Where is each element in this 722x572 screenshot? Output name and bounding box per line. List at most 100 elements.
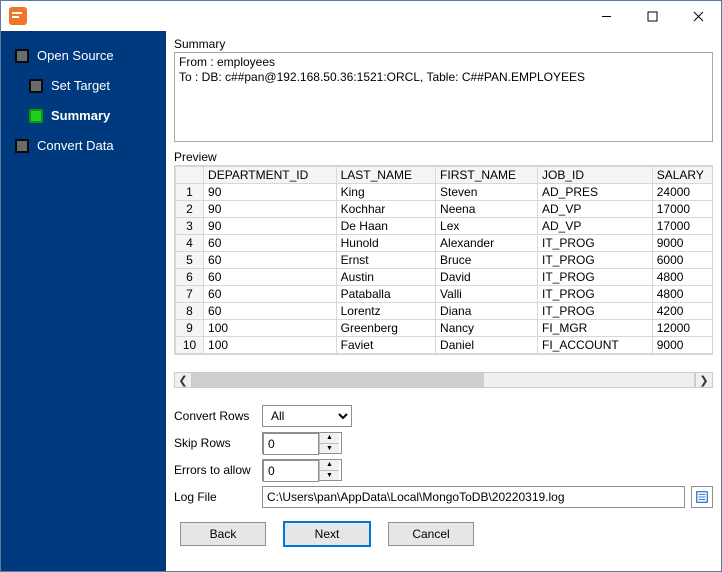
spin-up-icon[interactable]: ▲: [320, 460, 339, 471]
cell-first: Steven: [436, 184, 538, 201]
log-file-input[interactable]: [262, 486, 685, 508]
table-row[interactable]: 760PataballaValliIT_PROG4800VPATABAL: [176, 286, 714, 303]
app-window: Open Source Set Target Summary Convert D…: [0, 0, 722, 572]
cell-job: IT_PROG: [538, 269, 653, 286]
table-row[interactable]: 290KochharNeenaAD_VP17000NKOCHHAR: [176, 201, 714, 218]
cell-last: Greenberg: [336, 320, 435, 337]
cell-job: IT_PROG: [538, 286, 653, 303]
horizontal-scrollbar[interactable]: ❮ ❯: [174, 371, 713, 389]
step-box-icon: [15, 139, 29, 153]
nav-label: Open Source: [37, 46, 114, 66]
nav-label: Summary: [51, 106, 110, 126]
cell-sal: 9000: [652, 337, 713, 354]
step-box-icon: [29, 79, 43, 93]
scroll-thumb[interactable]: [193, 373, 484, 387]
scroll-right-icon[interactable]: ❯: [695, 372, 713, 388]
table-row[interactable]: 560ErnstBruceIT_PROG6000BERNST: [176, 252, 714, 269]
cancel-button[interactable]: Cancel: [388, 522, 474, 546]
preview-label: Preview: [174, 150, 713, 164]
options-form: Convert Rows All Skip Rows ▲ ▼: [174, 401, 713, 512]
table-row[interactable]: 460HunoldAlexanderIT_PROG9000AHUNOLD: [176, 235, 714, 252]
row-number: 7: [176, 286, 204, 303]
nav-label: Set Target: [51, 76, 110, 96]
step-box-icon: [29, 109, 43, 123]
table-row[interactable]: 9100GreenbergNancyFI_MGR12000NGREENBE: [176, 320, 714, 337]
col-header[interactable]: DEPARTMENT_ID: [204, 167, 337, 184]
spin-down-icon[interactable]: ▼: [320, 444, 339, 454]
cell-first: David: [436, 269, 538, 286]
wizard-sidebar: Open Source Set Target Summary Convert D…: [1, 31, 166, 571]
table-row[interactable]: 190KingStevenAD_PRES24000SKING: [176, 184, 714, 201]
table-row[interactable]: 660AustinDavidIT_PROG4800DAUSTIN: [176, 269, 714, 286]
cell-last: Lorentz: [336, 303, 435, 320]
summary-text: From : employees To : DB: c##pan@192.168…: [174, 52, 713, 142]
cell-last: Kochhar: [336, 201, 435, 218]
cell-first: Alexander: [436, 235, 538, 252]
cell-sal: 6000: [652, 252, 713, 269]
nav-convert-data[interactable]: Convert Data: [1, 131, 166, 161]
summary-label: Summary: [174, 37, 713, 51]
cell-job: AD_VP: [538, 201, 653, 218]
cell-sal: 17000: [652, 218, 713, 235]
nav-set-target[interactable]: Set Target: [1, 71, 166, 101]
scroll-left-icon[interactable]: ❮: [174, 372, 192, 388]
cell-last: King: [336, 184, 435, 201]
summary-line: From : employees: [179, 55, 708, 70]
row-number: 10: [176, 337, 204, 354]
cell-dept: 90: [204, 201, 337, 218]
col-header[interactable]: LAST_NAME: [336, 167, 435, 184]
scroll-track[interactable]: [192, 372, 695, 388]
convert-rows-select[interactable]: All: [262, 405, 352, 427]
title-bar: [1, 1, 721, 31]
summary-line: To : DB: c##pan@192.168.50.36:1521:ORCL,…: [179, 70, 708, 85]
log-file-label: Log File: [174, 490, 262, 504]
col-header[interactable]: SALARY: [652, 167, 713, 184]
cell-first: Lex: [436, 218, 538, 235]
cell-dept: 60: [204, 286, 337, 303]
skip-rows-spinner[interactable]: ▲ ▼: [262, 432, 342, 454]
cell-dept: 60: [204, 303, 337, 320]
spin-down-icon[interactable]: ▼: [320, 471, 339, 481]
cell-dept: 60: [204, 269, 337, 286]
skip-rows-input[interactable]: [263, 433, 319, 455]
preview-grid[interactable]: DEPARTMENT_ID LAST_NAME FIRST_NAME JOB_I…: [174, 165, 713, 355]
next-button[interactable]: Next: [284, 522, 370, 546]
minimize-button[interactable]: [583, 1, 629, 31]
table-row[interactable]: 860LorentzDianaIT_PROG4200DLORENTZ: [176, 303, 714, 320]
cell-last: Austin: [336, 269, 435, 286]
nav-summary[interactable]: Summary: [1, 101, 166, 131]
cell-first: Nancy: [436, 320, 538, 337]
skip-rows-label: Skip Rows: [174, 436, 262, 450]
nav-open-source[interactable]: Open Source: [1, 41, 166, 71]
cell-job: IT_PROG: [538, 303, 653, 320]
row-number: 4: [176, 235, 204, 252]
col-header[interactable]: JOB_ID: [538, 167, 653, 184]
spin-up-icon[interactable]: ▲: [320, 433, 339, 444]
back-button[interactable]: Back: [180, 522, 266, 546]
errors-spinner[interactable]: ▲ ▼: [262, 459, 342, 481]
maximize-button[interactable]: [629, 1, 675, 31]
table-row[interactable]: 390De HaanLexAD_VP17000LDEHAAN: [176, 218, 714, 235]
table-row[interactable]: 10100FavietDanielFI_ACCOUNT9000DFAVIET: [176, 337, 714, 354]
document-icon: [695, 490, 709, 504]
cell-first: Bruce: [436, 252, 538, 269]
convert-rows-label: Convert Rows: [174, 409, 262, 423]
nav-label: Convert Data: [37, 136, 114, 156]
browse-log-button[interactable]: [691, 486, 713, 508]
cell-sal: 12000: [652, 320, 713, 337]
app-icon: [9, 7, 27, 25]
cell-last: De Haan: [336, 218, 435, 235]
errors-input[interactable]: [263, 460, 319, 482]
cell-last: Pataballa: [336, 286, 435, 303]
cell-sal: 24000: [652, 184, 713, 201]
col-header[interactable]: FIRST_NAME: [436, 167, 538, 184]
errors-label: Errors to allow: [174, 463, 262, 477]
row-number: 2: [176, 201, 204, 218]
cell-dept: 90: [204, 184, 337, 201]
cell-job: IT_PROG: [538, 235, 653, 252]
grid-corner: [176, 167, 204, 184]
cell-job: AD_VP: [538, 218, 653, 235]
cell-last: Faviet: [336, 337, 435, 354]
row-number: 3: [176, 218, 204, 235]
close-button[interactable]: [675, 1, 721, 31]
